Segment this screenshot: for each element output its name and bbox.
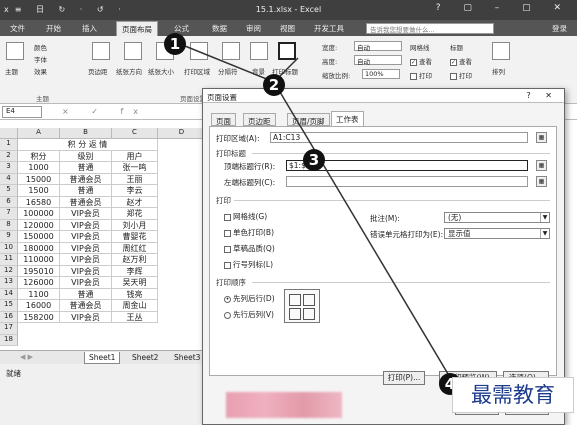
step-marker-2: 2 xyxy=(263,74,285,96)
connector-line xyxy=(179,43,275,83)
connector-line xyxy=(273,81,455,385)
step-marker-1: 1 xyxy=(164,33,186,55)
watermark-logo: 最需教育 xyxy=(452,377,574,413)
annotation-lines xyxy=(179,43,455,385)
blurred-region xyxy=(226,392,342,418)
step-marker-3: 3 xyxy=(303,149,325,171)
